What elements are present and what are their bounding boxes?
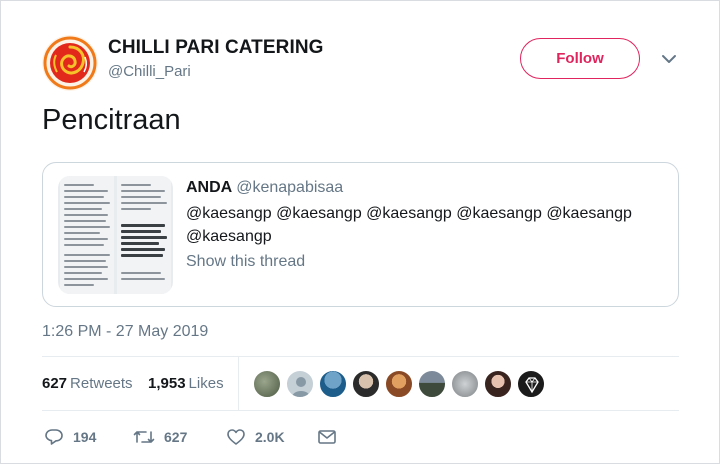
quoted-tweet-thumbnail[interactable] — [58, 176, 173, 294]
heart-icon — [227, 429, 245, 445]
likes-stat[interactable]: 1,953 Likes — [148, 375, 224, 392]
reply-icon — [45, 429, 63, 445]
quoted-tweet-card[interactable]: ANDA @kenapabisaa @kaesangp @kaesangp @ka… — [42, 162, 679, 307]
tweet-text: Pencitraan — [42, 104, 181, 136]
follow-button[interactable]: Follow — [520, 38, 640, 79]
liker-avatar[interactable] — [352, 370, 380, 398]
direct-message-action[interactable] — [317, 426, 337, 448]
like-action[interactable]: 2.0K — [226, 426, 285, 448]
liker-avatar[interactable] — [517, 370, 545, 398]
retweets-stat-count: 627 — [42, 375, 68, 392]
liker-avatar[interactable] — [451, 370, 479, 398]
chevron-down-icon[interactable] — [660, 50, 678, 68]
liker-avatar[interactable] — [418, 370, 446, 398]
divider — [42, 356, 679, 357]
liker-avatar[interactable] — [385, 370, 413, 398]
retweets-stat[interactable]: 627 Retweets — [42, 375, 133, 392]
stats-divider — [238, 357, 239, 410]
like-count: 2.0K — [255, 429, 285, 445]
liker-avatar[interactable] — [253, 370, 281, 398]
reply-action[interactable]: 194 — [44, 426, 96, 448]
divider — [42, 410, 679, 411]
quoted-author-handle: @kenapabisaa — [236, 179, 344, 196]
reply-count: 194 — [73, 429, 97, 445]
retweets-stat-label: Retweets — [70, 375, 133, 392]
quoted-tweet-text: @kaesangp @kaesangp @kaesangp @kaesangp … — [186, 205, 632, 245]
envelope-icon — [318, 430, 336, 444]
author-name[interactable]: CHILLI PARI CATERING — [108, 37, 324, 59]
author-handle[interactable]: @Chilli_Pari — [108, 63, 191, 80]
author-avatar[interactable] — [42, 35, 98, 91]
quoted-author-name: ANDA — [186, 179, 233, 196]
tweet-timestamp[interactable]: 1:26 PM - 27 May 2019 — [42, 323, 208, 341]
liker-avatar[interactable] — [286, 370, 314, 398]
show-thread-link[interactable]: Show this thread — [186, 253, 305, 271]
likes-stat-count: 1,953 — [148, 375, 186, 392]
liker-avatar[interactable] — [319, 370, 347, 398]
retweet-icon — [133, 431, 155, 443]
retweet-count: 627 — [164, 429, 188, 445]
chilli-pari-logo-icon — [42, 35, 98, 91]
quoted-tweet-header: ANDA @kenapabisaa — [186, 179, 343, 197]
retweet-action[interactable]: 627 — [133, 426, 187, 448]
likes-stat-label: Likes — [188, 375, 224, 392]
liker-avatar[interactable] — [484, 370, 512, 398]
